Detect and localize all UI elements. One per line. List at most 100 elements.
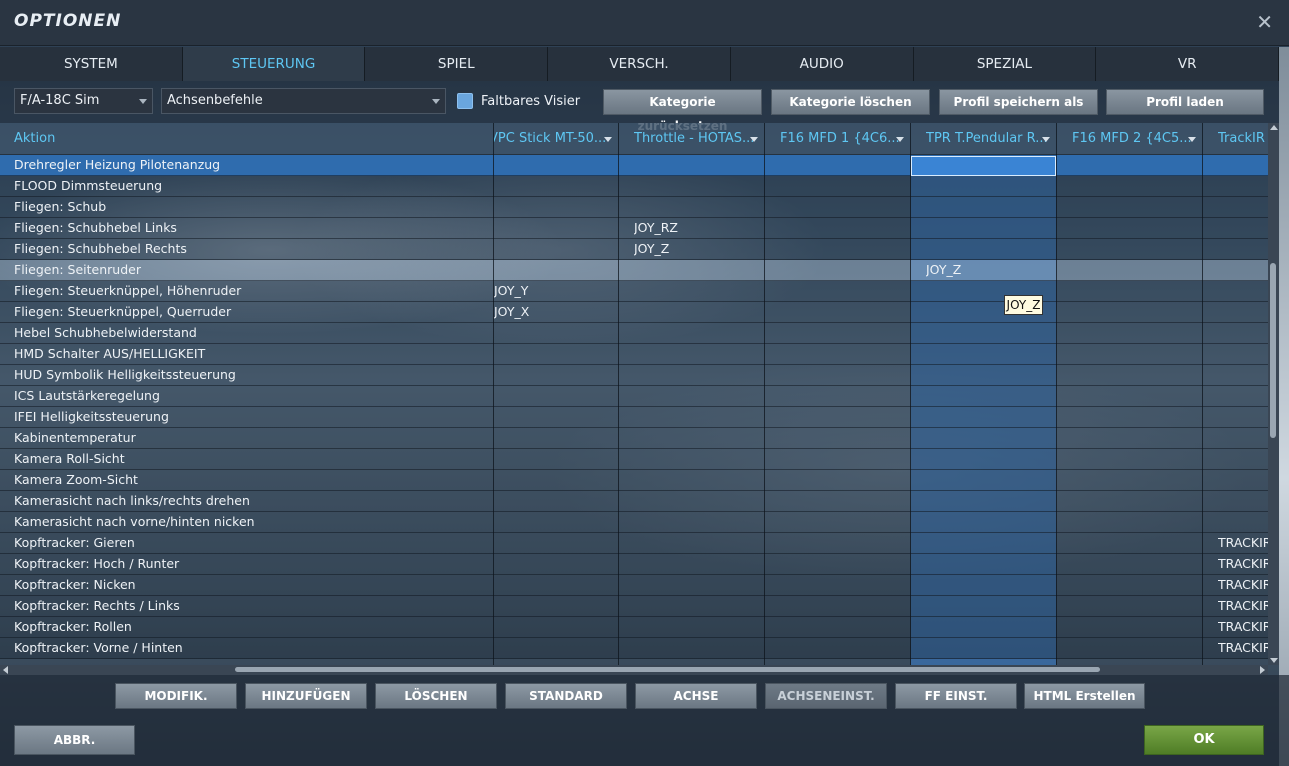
cell-action: Kopftracker: Nicken (14, 577, 136, 592)
table-row[interactable]: Drehregler Heizung Pilotenanzug (0, 155, 1268, 176)
column-header-vpc-stick[interactable]: VPC Stick MT-50... (494, 123, 618, 155)
modify-button[interactable]: MODIFIK. (115, 683, 237, 709)
foldable-visor-toggle[interactable]: Faltbares Visier (457, 93, 580, 109)
foldable-visor-checkbox[interactable] (457, 93, 473, 109)
table-row[interactable]: FLOOD Dimmsteuerung (0, 176, 1268, 197)
table-row[interactable]: Kamerasicht nach links/rechts drehen (0, 491, 1268, 512)
table-row[interactable]: Fliegen: Steuerknüppel, Querruder JOY_X (0, 302, 1268, 323)
tab-versch[interactable]: VERSCH. (548, 47, 731, 81)
table-row[interactable]: Kopftracker: Gieren TRACKIR (0, 533, 1268, 554)
ok-button[interactable]: OK (1144, 725, 1264, 755)
table-row[interactable]: Kabinentemperatur (0, 428, 1268, 449)
cell-trackir[interactable]: TRACKIR (1218, 533, 1268, 553)
table-row[interactable]: Kopftracker: Vorne / Hinten TRACKIR (0, 638, 1268, 659)
cell-action: Fliegen: Steuerknüppel, Querruder (14, 304, 232, 319)
cell-trackir[interactable]: TRACKIR (1218, 575, 1268, 595)
tab-audio[interactable]: AUDIO (730, 47, 914, 81)
chevron-down-icon[interactable] (604, 137, 612, 142)
scroll-down-icon[interactable] (1270, 658, 1278, 663)
horizontal-scroll-thumb[interactable] (235, 667, 1100, 672)
delete-button[interactable]: LÖSCHEN (375, 683, 497, 709)
table-row[interactable]: Kopftracker: Rollen TRACKIR (0, 617, 1268, 638)
load-profile-button[interactable]: Profil laden (1106, 89, 1264, 115)
table-row[interactable]: Kamerasicht nach vorne/hinten nicken (0, 512, 1268, 533)
column-divider (618, 123, 619, 665)
chevron-down-icon[interactable] (1188, 137, 1196, 142)
table-row[interactable]: IFEI Helligkeitssteuerung (0, 407, 1268, 428)
column-header-action[interactable]: Aktion (14, 123, 484, 155)
table-row[interactable]: Kopftracker: Rechts / Links TRACKIR (0, 596, 1268, 617)
column-header-label: TPR T.Pendular R... (926, 131, 1048, 146)
tab-steuerung[interactable]: STEUERUNG (182, 47, 366, 81)
table-row[interactable]: HMD Schalter AUS/HELLIGKEIT (0, 344, 1268, 365)
column-header-throttle[interactable]: Throttle - HOTAS... (634, 123, 764, 155)
cell-action: Kabinentemperatur (14, 430, 136, 445)
cell-throttle[interactable]: JOY_Z (634, 239, 760, 259)
tab-spiel[interactable]: SPIEL (365, 47, 549, 81)
scroll-left-icon[interactable] (3, 666, 8, 674)
table-row[interactable]: Kamera Roll-Sicht (0, 449, 1268, 470)
save-profile-as-button[interactable]: Profil speichern als (939, 89, 1098, 115)
cell-trackir[interactable]: TRACKIR (1218, 596, 1268, 616)
column-header-pendular-rudder[interactable]: TPR T.Pendular R... (926, 123, 1056, 155)
cell-vpc-stick[interactable]: JOY_Y (494, 281, 614, 301)
table-row[interactable]: Fliegen: Steuerknüppel, Höhenruder JOY_Y (0, 281, 1268, 302)
table-row[interactable]: Kopftracker: Nicken TRACKIR (0, 575, 1268, 596)
cell-action: ICS Lautstärkeregelung (14, 388, 160, 403)
default-button[interactable]: STANDARD (505, 683, 627, 709)
tab-spezial[interactable]: SPEZIAL (913, 47, 1097, 81)
scroll-up-icon[interactable] (1270, 125, 1278, 130)
aircraft-select[interactable]: F/A-18C Sim (14, 88, 153, 114)
column-header-mfd2[interactable]: F16 MFD 2 {4C5... (1072, 123, 1202, 155)
table-row[interactable]: Fliegen: Schubhebel Links JOY_RZ (0, 218, 1268, 239)
cell-trackir[interactable]: TRACKIR (1218, 638, 1268, 658)
cell-trackir[interactable]: TRACKIR (1218, 617, 1268, 637)
ff-settings-button[interactable]: FF EINST. (895, 683, 1017, 709)
scroll-right-icon[interactable] (1260, 666, 1265, 674)
table-header: Aktion VPC Stick MT-50... Throttle - HOT… (0, 123, 1268, 155)
chevron-down-icon (432, 99, 440, 104)
cell-trackir[interactable]: TRACKIR (1218, 554, 1268, 574)
cell-action: Kopftracker: Vorne / Hinten (14, 640, 183, 655)
column-header-label: VPC Stick MT-50... (494, 131, 607, 146)
create-html-button[interactable]: HTML Erstellen (1024, 683, 1145, 709)
column-header-mfd1[interactable]: F16 MFD 1 {4C6... (780, 123, 910, 155)
table-row[interactable]: Fliegen: Seitenruder JOY_Z (0, 260, 1268, 281)
cell-action: Kopftracker: Rechts / Links (14, 598, 180, 613)
cell-action: HUD Symbolik Helligkeitssteuerung (14, 367, 236, 382)
chevron-down-icon[interactable] (896, 137, 904, 142)
window-title: OPTIONEN (14, 11, 122, 31)
column-header-trackir[interactable]: TrackIR (1218, 123, 1268, 155)
tab-bar: SYSTEM STEUERUNG SPIEL VERSCH. AUDIO SPE… (0, 47, 1280, 81)
chevron-down-icon[interactable] (750, 137, 758, 142)
cell-pendular-rudder[interactable]: JOY_Z (926, 260, 1052, 280)
add-button[interactable]: HINZUFÜGEN (245, 683, 367, 709)
table-row[interactable]: Fliegen: Schubhebel Rechts JOY_Z (0, 239, 1268, 260)
table-row[interactable]: Kamera Zoom-Sicht (0, 470, 1268, 491)
vertical-scroll-thumb[interactable] (1270, 263, 1276, 438)
cell-action: Fliegen: Schubhebel Rechts (14, 241, 187, 256)
vertical-scrollbar[interactable] (1268, 123, 1279, 665)
horizontal-scrollbar[interactable] (0, 665, 1268, 675)
cancel-button[interactable]: ABBR. (14, 725, 135, 755)
tab-system[interactable]: SYSTEM (0, 47, 183, 81)
cell-action: Kamera Roll-Sicht (14, 451, 125, 466)
category-select[interactable]: Achsenbefehle (161, 88, 446, 114)
tab-vr[interactable]: VR (1096, 47, 1280, 81)
cell-action: Drehregler Heizung Pilotenanzug (14, 157, 221, 172)
table-row[interactable]: Fliegen: Schub (0, 197, 1268, 218)
toolbar: F/A-18C Sim Achsenbefehle Faltbares Visi… (0, 81, 1279, 133)
cell-throttle[interactable]: JOY_RZ (634, 218, 760, 238)
reset-category-button[interactable]: Kategorie zurücksetzen (603, 89, 762, 133)
chevron-down-icon[interactable] (1042, 137, 1050, 142)
table-row[interactable]: ICS Lautstärkeregelung (0, 386, 1268, 407)
delete-category-button[interactable]: Kategorie löschen (771, 89, 930, 115)
table-row[interactable]: Hebel Schubhebelwiderstand (0, 323, 1268, 344)
bindings-table: Aktion VPC Stick MT-50... Throttle - HOT… (0, 123, 1268, 665)
table-row[interactable]: HUD Symbolik Helligkeitssteuerung (0, 365, 1268, 386)
table-row[interactable]: Kopftracker: Hoch / Runter TRACKIR (0, 554, 1268, 575)
close-icon[interactable]: ✕ (1256, 10, 1273, 34)
axis-button[interactable]: ACHSE (635, 683, 757, 709)
axis-settings-button[interactable]: ACHSENEINST. (765, 683, 887, 709)
cell-vpc-stick[interactable]: JOY_X (494, 302, 614, 322)
